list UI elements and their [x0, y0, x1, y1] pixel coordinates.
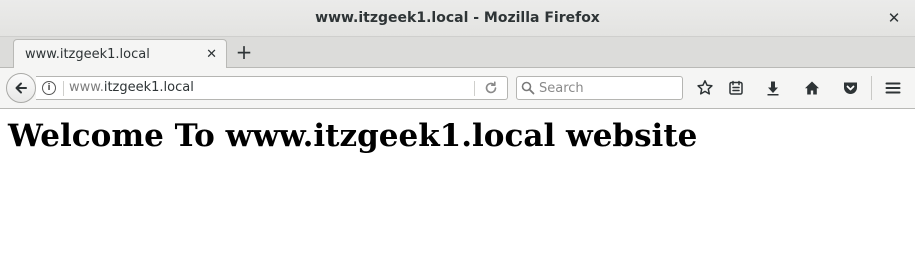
pocket-button[interactable]: [839, 78, 861, 98]
reload-icon[interactable]: [483, 80, 499, 96]
url-bar[interactable]: i www.itzgeek1.local: [36, 76, 508, 100]
menu-button[interactable]: [882, 78, 904, 98]
star-icon: [697, 80, 713, 95]
downloads-button[interactable]: [762, 78, 784, 98]
search-icon: [521, 81, 535, 95]
bookmark-star-button[interactable]: [694, 78, 716, 98]
menu-icon: [885, 82, 901, 94]
search-input[interactable]: [539, 79, 679, 97]
new-tab-button[interactable]: +: [233, 41, 255, 63]
url-host: itzgeek1.local: [103, 80, 194, 95]
page-content: Welcome To www.itzgeek1.local website: [0, 110, 915, 264]
home-button[interactable]: [801, 78, 823, 98]
tab-strip: www.itzgeek1.local ✕ +: [0, 37, 915, 69]
home-icon: [805, 81, 819, 95]
download-icon: [767, 81, 779, 96]
tab-close-icon[interactable]: ✕: [206, 47, 217, 62]
tab-label: www.itzgeek1.local: [25, 47, 150, 62]
toolbar-divider: [871, 76, 872, 100]
window-titlebar: www.itzgeek1.local - Mozilla Firefox ✕: [0, 0, 915, 37]
divider: [474, 81, 475, 96]
window-close-icon[interactable]: ✕: [885, 9, 903, 27]
divider: [63, 81, 64, 96]
search-bar[interactable]: [516, 76, 683, 100]
pocket-icon: [843, 82, 857, 94]
reading-list-icon: [729, 80, 743, 95]
window-title: www.itzgeek1.local - Mozilla Firefox: [315, 10, 600, 26]
site-info-icon[interactable]: i: [42, 81, 56, 95]
tab-active[interactable]: www.itzgeek1.local ✕: [13, 39, 227, 69]
navigation-toolbar: i www.itzgeek1.local: [0, 68, 915, 109]
url-text[interactable]: www.itzgeek1.local: [69, 80, 194, 95]
back-button[interactable]: [6, 73, 36, 103]
back-arrow-icon: [15, 82, 27, 94]
reading-list-button[interactable]: [725, 78, 747, 98]
url-prefix: www.: [69, 80, 104, 95]
page-heading: Welcome To www.itzgeek1.local website: [8, 118, 698, 154]
